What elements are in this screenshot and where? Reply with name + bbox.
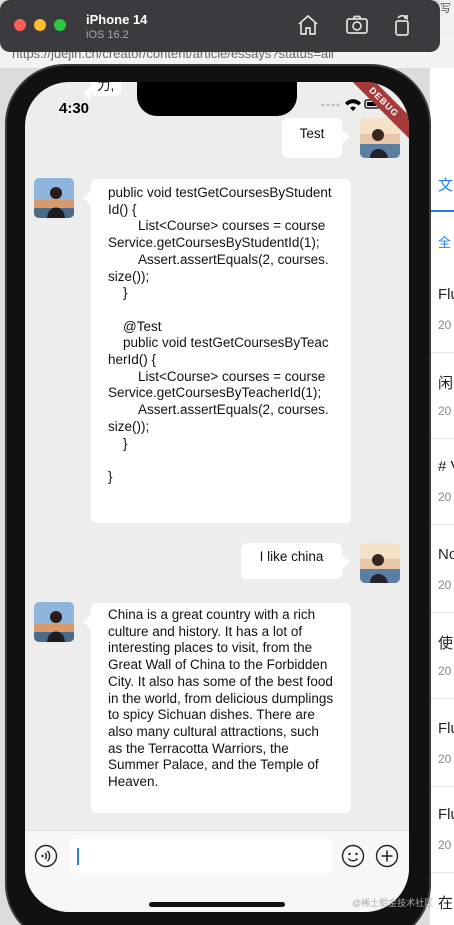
article-date: 20	[438, 578, 452, 592]
divider	[430, 438, 454, 439]
browser-page-content: 文 全 Flu 20 闲 20 # V 20 No 20 使 20 Flu 20…	[430, 68, 454, 925]
divider	[430, 698, 454, 699]
minimize-window-button[interactable]	[34, 19, 46, 31]
close-window-button[interactable]	[14, 19, 26, 31]
article-title[interactable]: Flu	[438, 286, 454, 303]
message-bubble-received: China is a great country with a rich cul…	[83, 603, 351, 813]
status-time: 4:30	[59, 100, 90, 117]
article-date: 20	[438, 752, 452, 766]
screenshot-icon[interactable]	[345, 13, 369, 37]
article-title[interactable]: 闲	[438, 372, 453, 393]
browser-corner-text: 写	[440, 0, 454, 36]
message-text: Test	[299, 126, 325, 141]
text-caret	[77, 848, 79, 865]
simulator-title-bar: iPhone 14 iOS 16.2	[0, 0, 440, 52]
message-fragment: 力,	[83, 82, 121, 100]
zoom-window-button[interactable]	[54, 19, 66, 31]
article-date: 20	[438, 838, 452, 852]
article-title[interactable]: 使	[438, 632, 453, 653]
article-date: 20	[438, 318, 452, 332]
simulator-device-name: iPhone 14	[86, 12, 148, 27]
article-title[interactable]: Flu	[438, 806, 454, 823]
divider	[430, 612, 454, 613]
simulator-os-version: iOS 16.2	[86, 29, 129, 41]
article-date: 20	[438, 404, 452, 418]
divider	[430, 352, 454, 353]
divider	[430, 872, 454, 873]
article-date: 20	[438, 664, 452, 678]
message-bubble-sent: Test	[282, 118, 350, 158]
message-text: 力,	[97, 82, 115, 93]
browser-tab-label[interactable]: 文	[438, 174, 453, 195]
message-bubble-received: public void testGetCoursesByStudentId() …	[83, 179, 351, 523]
message-text: I like china	[259, 549, 324, 564]
message-bubble-sent: I like china	[241, 543, 350, 579]
divider	[430, 786, 454, 787]
article-title[interactable]: 在	[438, 892, 453, 913]
bot-avatar[interactable]	[34, 602, 74, 642]
bot-avatar[interactable]	[34, 178, 74, 218]
message-text: public void testGetCoursesByStudentId() …	[108, 185, 332, 484]
emoji-icon[interactable]	[341, 844, 365, 868]
app-screen: 力, 4:30 DEBUG Test public void testGetCo…	[25, 82, 409, 912]
home-indicator[interactable]	[149, 902, 285, 907]
divider	[430, 524, 454, 525]
article-title[interactable]: Flu	[438, 720, 454, 737]
rotate-icon[interactable]	[390, 13, 414, 37]
article-date: 20	[438, 490, 452, 504]
tab-underline	[430, 210, 454, 212]
article-title[interactable]: # V	[438, 458, 454, 475]
message-text: China is a great country with a rich cul…	[108, 607, 334, 790]
user-avatar[interactable]	[360, 543, 400, 583]
watermark-text: @稀土掘金技术社区	[352, 898, 434, 908]
message-input[interactable]	[70, 839, 332, 873]
voice-icon[interactable]	[34, 844, 58, 868]
article-title[interactable]: No	[438, 546, 454, 563]
add-icon[interactable]	[375, 844, 399, 868]
browser-filter-label[interactable]: 全	[438, 232, 451, 251]
home-icon[interactable]	[296, 13, 320, 37]
dynamic-notch	[137, 82, 297, 116]
